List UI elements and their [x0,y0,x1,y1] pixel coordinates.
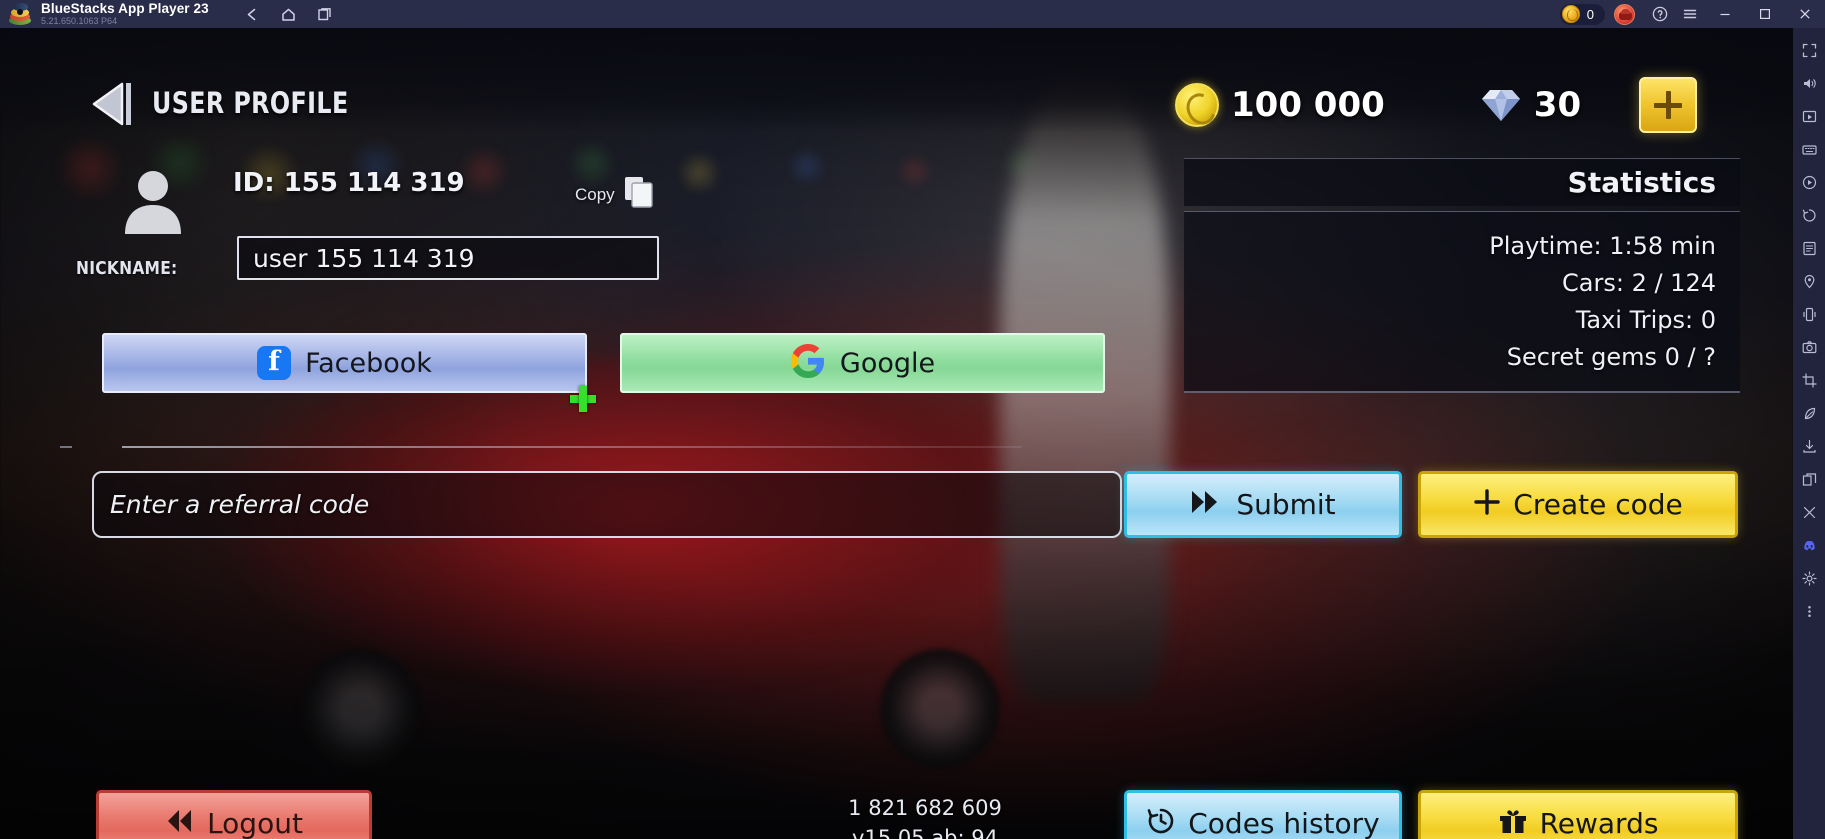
statistics-title: Statistics [1567,166,1716,199]
statistics-header: Statistics [1184,158,1740,206]
google-login-button[interactable]: Google [620,333,1105,393]
google-icon [790,343,826,384]
trim-icon[interactable] [1793,496,1825,529]
bluestacks-coin-icon [1561,5,1580,23]
rewards-button[interactable]: Rewards [1418,790,1738,839]
facebook-label: Facebook [305,347,432,379]
macro-icon[interactable] [1793,232,1825,265]
add-currency-button[interactable] [1639,77,1697,133]
app-title: BlueStacks App Player 23 [41,0,209,16]
screen-record-icon[interactable] [1793,166,1825,199]
create-code-button[interactable]: Create code [1418,471,1738,538]
submit-button[interactable]: Submit [1124,471,1402,538]
mouse-cursor-crosshair [570,386,596,412]
stat-row: Taxi Trips: 0 [1575,306,1716,334]
multi-instance-sidebar-icon[interactable] [1793,463,1825,496]
page-title: USER PROFILE [152,86,349,120]
currency-group: 100 000 30 [1175,83,1581,127]
facebook-login-button[interactable]: f Facebook [102,333,587,393]
fullscreen-icon[interactable] [1793,34,1825,67]
coin-icon [1175,83,1219,127]
titlebar-nav-group [237,1,341,27]
codes-history-button[interactable]: Codes history [1124,790,1402,839]
more-icon[interactable] [1793,595,1825,628]
bluestacks-coin-count: 0 [1586,6,1594,22]
copy-id-button[interactable]: Copy [575,176,654,213]
menu-icon[interactable] [1675,0,1705,28]
version-line: v15.05 ab: 94 [852,826,998,839]
nickname-label: NICKNAME: [76,258,178,279]
background-vignette [0,28,1793,839]
submit-label: Submit [1236,488,1336,521]
stat-row: Secret gems 0 / ? [1506,343,1716,371]
statistics-panel: Playtime: 1:58 min Cars: 2 / 124 Taxi Tr… [1184,211,1740,393]
user-id: ID: 155 114 319 [233,168,465,198]
gem-icon [1481,87,1521,123]
nickname-value: user 155 114 319 [253,243,475,273]
avatar [119,166,187,234]
build-number: 1 821 682 609 [848,796,1002,820]
stat-row: Playtime: 1:58 min [1489,232,1716,260]
referral-code-input[interactable]: Enter a referral code [92,471,1122,538]
title-bar: BlueStacks App Player 23 5.21.650.1063 P… [0,0,1825,28]
plus-icon [1473,488,1501,521]
maximize-button[interactable] [1745,0,1785,28]
create-code-label: Create code [1513,488,1683,521]
back-arrow-icon[interactable] [88,78,140,130]
game-viewport: USER PROFILE 100 000 30 NICKNAME: ID: 15… [0,28,1793,839]
keymapping-icon[interactable] [1793,133,1825,166]
google-label: Google [839,347,936,379]
facebook-icon: f [257,346,292,380]
submit-arrow-icon [1190,489,1224,520]
codes-history-label: Codes history [1188,807,1380,839]
volume-icon[interactable] [1793,67,1825,100]
screenshot-icon[interactable] [1793,331,1825,364]
close-button[interactable] [1785,0,1825,28]
separator-dash [60,446,72,448]
gem-amount: 30 [1533,85,1582,125]
bluestacks-coin-pill[interactable]: 0 [1559,3,1605,25]
bluestacks-window: BlueStacks App Player 23 5.21.650.1063 P… [0,0,1825,839]
coin-amount: 100 000 [1231,85,1385,125]
copy-icon [624,176,654,213]
crop-screenshot-icon[interactable] [1793,364,1825,397]
gamepad-icon[interactable] [1614,3,1635,25]
referral-placeholder: Enter a referral code [110,490,370,519]
stat-row: Cars: 2 / 124 [1562,269,1716,297]
back-icon[interactable] [237,1,269,27]
bluestacks-sidebar [1793,28,1825,839]
app-version: 5.21.650.1063 P64 [41,16,118,27]
help-icon[interactable] [1645,0,1675,28]
nickname-input[interactable]: user 155 114 319 [237,236,659,280]
settings-icon[interactable] [1793,562,1825,595]
minimize-button[interactable] [1705,0,1745,28]
rewards-label: Rewards [1539,807,1659,839]
rotate-icon[interactable] [1793,199,1825,232]
version-info: 1 821 682 609 v15.05 ab: 94 [800,793,1050,839]
discord-icon[interactable] [1793,529,1825,562]
home-icon[interactable] [273,1,305,27]
media-manager-icon[interactable] [1793,100,1825,133]
logout-label: Logout [207,807,303,839]
multi-instance-icon[interactable] [309,1,341,27]
titlebar-right-group: 0 [1559,0,1825,28]
install-apk-icon[interactable] [1793,430,1825,463]
logout-button[interactable]: Logout [96,790,372,839]
shake-icon[interactable] [1793,298,1825,331]
logout-arrow-icon [165,808,195,839]
bluestacks-logo-icon [9,3,31,25]
location-icon[interactable] [1793,265,1825,298]
copy-label: Copy [575,184,615,204]
gift-icon [1498,807,1528,839]
separator-line [122,446,1022,448]
history-clock-icon [1146,806,1176,839]
eco-mode-icon[interactable] [1793,397,1825,430]
